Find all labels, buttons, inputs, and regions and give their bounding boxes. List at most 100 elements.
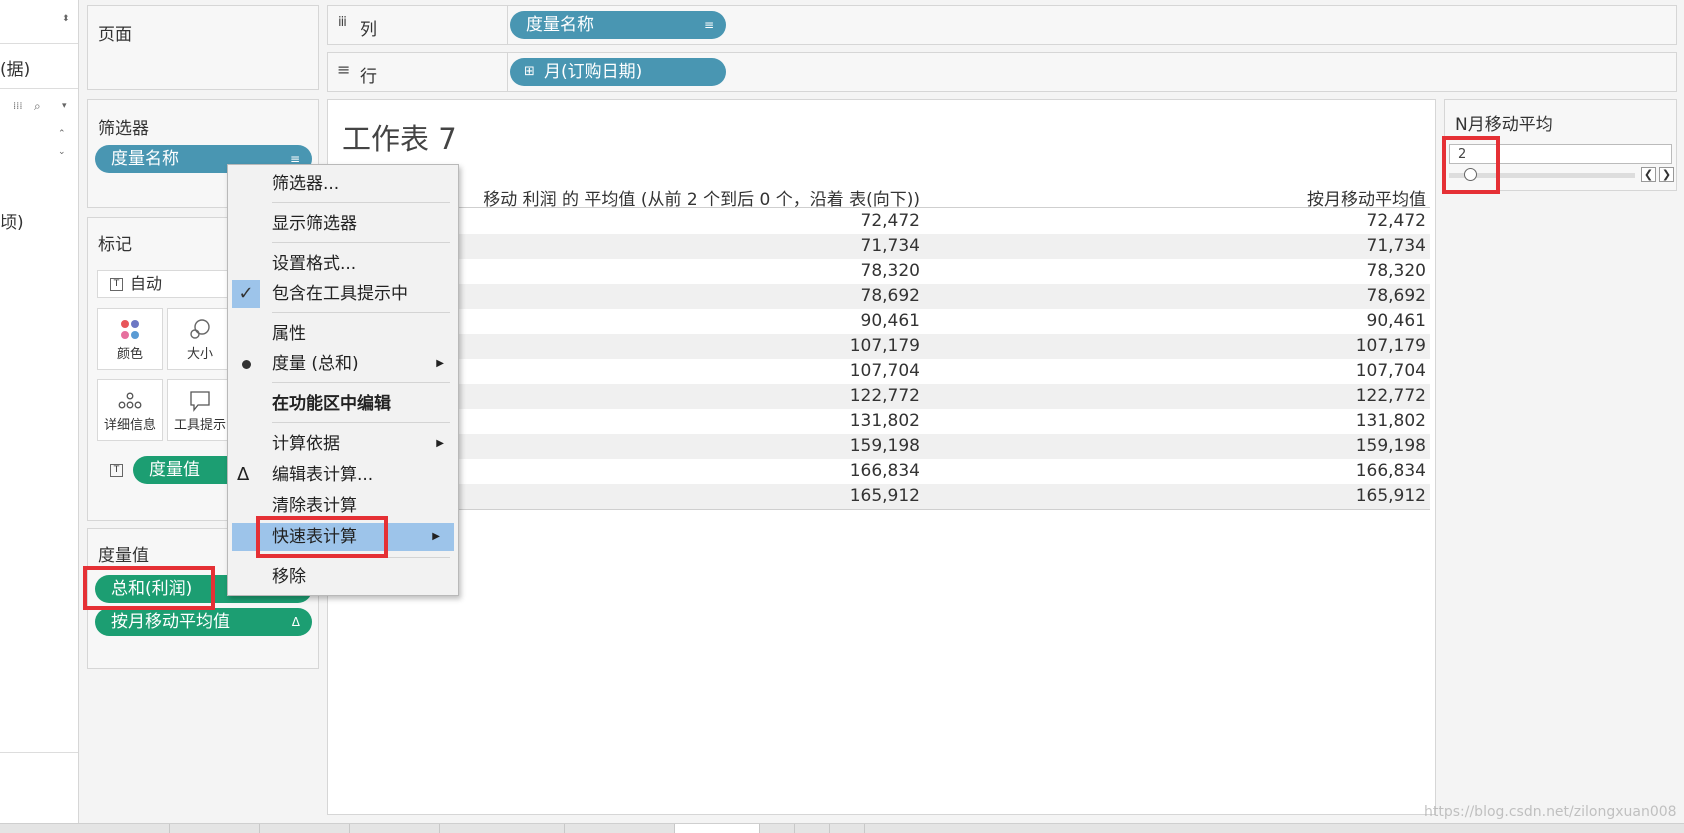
menu-item-edit-table-calc[interactable]: Δ 编辑表计算... — [228, 461, 458, 489]
size-button[interactable]: 大小 — [167, 308, 233, 370]
cell-monthly-moving-avg[interactable]: 131,802 — [1356, 411, 1426, 431]
cell-monthly-moving-avg[interactable]: 71,734 — [1367, 236, 1426, 256]
cell-monthly-moving-avg[interactable]: 107,179 — [1356, 336, 1426, 356]
menu-item-show-filter[interactable]: 显示筛选器 — [228, 210, 458, 238]
dropdown-icon[interactable]: ▾ — [62, 101, 67, 111]
data-pane: ⬍ (据) ⁞⁞⁞ ⌕ ▾ ⌃ ⌄ 顷) — [0, 0, 79, 833]
columns-label: 列 — [360, 20, 377, 40]
sheet-tab-active[interactable] — [675, 824, 760, 833]
menu-item-edit-in-shelf[interactable]: 在功能区中编辑 — [228, 390, 458, 418]
table-row[interactable]: 71,734 71,734 — [328, 234, 1430, 259]
table-row[interactable]: 78,320 78,320 — [328, 259, 1430, 284]
rows-pill-order-date-month[interactable]: ⊞ 月(订购日期) — [510, 58, 726, 86]
cell-moving-avg-profit[interactable]: 78,320 — [861, 261, 920, 281]
cell-monthly-moving-avg[interactable]: 165,912 — [1356, 486, 1426, 506]
rows-icon: ≡ — [337, 60, 351, 79]
columns-shelf[interactable]: iii 列 度量名称 ≡ — [327, 5, 1677, 45]
measure-pill-label: 按月移动平均值 — [111, 612, 230, 632]
cell-moving-avg-profit[interactable]: 90,461 — [861, 311, 920, 331]
table-row[interactable]: 122,772 122,772 — [328, 384, 1430, 409]
datasource-fragment[interactable]: (据) — [0, 55, 30, 80]
field-fragment[interactable]: 顷) — [0, 208, 24, 233]
detail-label: 详细信息 — [103, 418, 156, 433]
cell-monthly-moving-avg[interactable]: 122,772 — [1356, 386, 1426, 406]
checkmark-icon: ✓ — [232, 280, 260, 308]
slider-prev-button[interactable]: ❮ — [1641, 167, 1656, 182]
cell-moving-avg-profit[interactable]: 107,179 — [850, 336, 920, 356]
cell-monthly-moving-avg[interactable]: 78,320 — [1367, 261, 1426, 281]
delta-icon: Δ — [237, 464, 250, 485]
worksheet-view[interactable]: 工作表 7 移动 利润 的 平均值 (从前 2 个到后 0 个，沿着 表(向下)… — [327, 99, 1436, 815]
header-moving-avg-profit[interactable]: 移动 利润 的 平均值 (从前 2 个到后 0 个，沿着 表(向下)) — [483, 185, 920, 210]
menu-item-include-in-tooltip[interactable]: ✓ 包含在工具提示中 — [228, 280, 458, 308]
sheet-tab[interactable] — [565, 824, 675, 833]
cell-moving-avg-profit[interactable]: 131,802 — [850, 411, 920, 431]
cell-moving-avg-profit[interactable]: 107,704 — [850, 361, 920, 381]
cell-monthly-moving-avg[interactable]: 90,461 — [1367, 311, 1426, 331]
sheet-title[interactable]: 工作表 7 — [342, 116, 457, 158]
pages-card[interactable]: 页面 — [87, 5, 319, 90]
scroll-up-icon[interactable]: ⌃ — [58, 129, 66, 139]
cell-monthly-moving-avg[interactable]: 107,704 — [1356, 361, 1426, 381]
slider-next-button[interactable]: ❯ — [1659, 167, 1674, 182]
annotation-box-parameter-value — [1442, 136, 1500, 194]
rows-shelf[interactable]: ≡ 行 ⊞ 月(订购日期) — [327, 52, 1677, 92]
cell-moving-avg-profit[interactable]: 71,734 — [861, 236, 920, 256]
table-row[interactable]: 159,198 159,198 — [328, 434, 1430, 459]
menu-item-compute-using[interactable]: 计算依据 ▶ — [228, 430, 458, 458]
parameter-title: N月移动平均 — [1455, 115, 1553, 135]
menu-separator — [272, 422, 450, 423]
table-row[interactable]: 107,704 107,704 — [328, 359, 1430, 384]
menu-item-measure-sum[interactable]: 度量 (总和) ▶ — [228, 350, 458, 378]
menu-item-filter[interactable]: 筛选器... — [228, 170, 458, 198]
cell-moving-avg-profit[interactable]: 166,834 — [850, 461, 920, 481]
color-label: 颜色 — [116, 347, 143, 362]
cell-monthly-moving-avg[interactable]: 159,198 — [1356, 436, 1426, 456]
filter-pill-label: 度量名称 — [111, 149, 179, 169]
cell-moving-avg-profit[interactable]: 159,198 — [850, 436, 920, 456]
rows-label: 行 — [360, 67, 377, 87]
detail-button[interactable]: 详细信息 — [97, 379, 163, 441]
table-row[interactable]: 166,834 166,834 — [328, 459, 1430, 484]
menu-item-remove[interactable]: 移除 — [228, 563, 458, 591]
submenu-arrow-icon: ▶ — [436, 358, 444, 369]
cell-monthly-moving-avg[interactable]: 78,692 — [1367, 286, 1426, 306]
menu-item-properties[interactable]: 属性 — [228, 320, 458, 348]
cell-moving-avg-profit[interactable]: 122,772 — [850, 386, 920, 406]
sheet-tab[interactable] — [350, 824, 440, 833]
table-row[interactable]: 165,912 165,912 — [328, 484, 1430, 509]
table-row[interactable]: 72,472 72,472 — [328, 209, 1430, 234]
cell-moving-avg-profit[interactable]: 72,472 — [861, 211, 920, 231]
chevron-left-icon: ❮ — [1643, 168, 1654, 181]
table-row[interactable]: 90,461 90,461 — [328, 309, 1430, 334]
view-icon[interactable]: ⁞⁞⁞ — [13, 101, 23, 112]
menu-separator — [272, 242, 450, 243]
cell-monthly-moving-avg[interactable]: 166,834 — [1356, 461, 1426, 481]
search-icon[interactable]: ⌕ — [34, 99, 41, 114]
header-monthly-moving-avg[interactable]: 按月移动平均值 — [1307, 185, 1426, 210]
divider — [0, 752, 78, 753]
sheet-tab[interactable] — [795, 824, 830, 833]
sheet-tab[interactable] — [830, 824, 865, 833]
sheet-tab-strip — [0, 823, 1684, 833]
data-pane-toolbar: ⁞⁞⁞ ⌕ ▾ ⌃ ⌄ — [0, 88, 78, 166]
tooltip-button[interactable]: 工具提示 — [167, 379, 233, 441]
table-row[interactable]: 78,692 78,692 — [328, 284, 1430, 309]
sheet-tab[interactable] — [260, 824, 350, 833]
sheet-tab[interactable] — [760, 824, 795, 833]
table-row[interactable]: 107,179 107,179 — [328, 334, 1430, 359]
sheet-tab[interactable] — [440, 824, 565, 833]
scroll-down-icon[interactable]: ⌄ — [58, 147, 66, 157]
cell-monthly-moving-avg[interactable]: 72,472 — [1367, 211, 1426, 231]
menu-item-format[interactable]: 设置格式... — [228, 250, 458, 278]
expand-icon[interactable]: ⊞ — [524, 58, 535, 86]
table-row[interactable]: 131,802 131,802 — [328, 409, 1430, 434]
cell-moving-avg-profit[interactable]: 78,692 — [861, 286, 920, 306]
measure-pill-moving-avg[interactable]: 按月移动平均值 Δ — [95, 608, 312, 636]
sheet-tab[interactable] — [50, 824, 170, 833]
columns-pill-measure-names[interactable]: 度量名称 ≡ — [510, 11, 726, 39]
cell-moving-avg-profit[interactable]: 165,912 — [850, 486, 920, 506]
sort-arrows-icon[interactable]: ⬍ — [62, 14, 70, 24]
color-button[interactable]: 颜色 — [97, 308, 163, 370]
sheet-tab[interactable] — [170, 824, 260, 833]
